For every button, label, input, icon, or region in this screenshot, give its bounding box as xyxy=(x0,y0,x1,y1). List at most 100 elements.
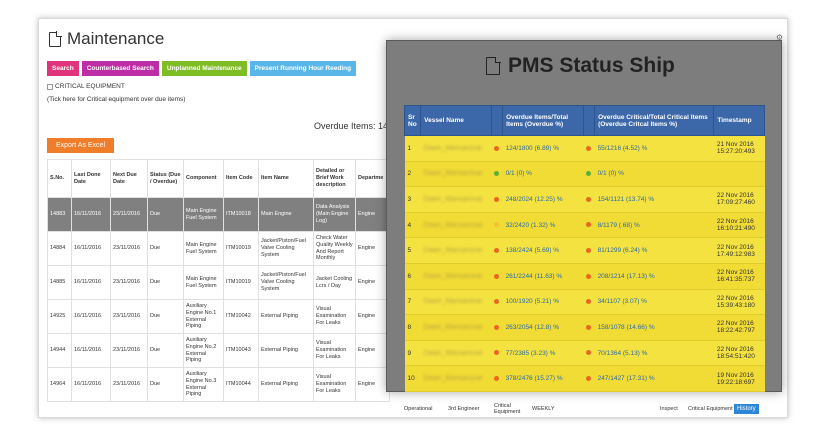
cell-overdue-critical[interactable]: 55/1216 (4.52) % xyxy=(594,135,714,162)
cell-overdue-items[interactable]: 32/2420 (1.32) % xyxy=(502,212,584,239)
cell-vessel-name[interactable]: Dawn_Mansarovar xyxy=(420,161,492,188)
overdue-items-link[interactable]: 138/2424 (5.69) % xyxy=(506,247,559,254)
cell-timestamp: 22 Nov 2016 18:22:42:797 xyxy=(713,314,765,341)
cell-overdue-items[interactable]: 0/1 (0) % xyxy=(502,161,584,188)
cell-overdue-items[interactable]: 77/2385 (3.23) % xyxy=(502,340,584,367)
cell-vessel-name[interactable]: Dawn_Mansarovar xyxy=(420,314,492,341)
cell-overdue-critical[interactable]: 0/1 (0) % xyxy=(594,161,714,188)
unplanned-maintenance-button[interactable]: Unplanned Maintenance xyxy=(161,61,247,76)
status-dot-icon xyxy=(494,299,500,305)
overdue-critical-link[interactable]: 70/1364 (5.13) % xyxy=(598,350,648,357)
cell-critical-indicator xyxy=(583,237,595,264)
cell-vessel-name[interactable]: Dawn_Mansarovar xyxy=(420,263,492,290)
cell-overdue-items[interactable]: 378/2476 (15.27) % xyxy=(502,365,584,392)
cell-overdue-items[interactable]: 138/2424 (5.69) % xyxy=(502,237,584,264)
overdue-items-link[interactable]: 261/2244 (11.63) % xyxy=(506,273,563,280)
cell-vessel-name[interactable]: Dawn_Mansarovar xyxy=(420,186,492,213)
cell-overdue-items[interactable]: 261/2244 (11.63) % xyxy=(502,263,584,290)
cell-sno: 14944 xyxy=(47,333,72,368)
cell-overdue-critical[interactable]: 8/1179 (.68) % xyxy=(594,212,714,239)
cell-overdue-critical[interactable]: 154/1121 (13.74) % xyxy=(594,186,714,213)
pms-row[interactable]: 5 Dawn_Mansarovar 138/2424 (5.69) % 81/1299… xyxy=(404,237,765,264)
pms-row[interactable]: 2 Dawn_Mansarovar 0/1 (0) % 0/1 (0) % xyxy=(404,161,765,188)
counterbased-search-button[interactable]: Counterbased Search xyxy=(81,61,159,76)
vessel-name-blurred: Dawn_Mansarovar xyxy=(423,323,483,331)
cell-work-description: Check Water Quality Weekly And Report Mo… xyxy=(313,231,356,266)
running-hour-reeding-button[interactable]: Present Running Hour Reeding xyxy=(249,61,357,76)
cell-critical-indicator xyxy=(583,186,595,213)
cell-overdue-items[interactable]: 248/2024 (12.25) % xyxy=(502,186,584,213)
overdue-items-link[interactable]: 77/2385 (3.23) % xyxy=(506,350,556,357)
overdue-items-link[interactable]: 378/2476 (15.27) % xyxy=(506,375,563,382)
table-row[interactable]: 14885 16/11/2016 23/11/2016 Due Main Eng… xyxy=(47,265,390,300)
cell-vessel-name[interactable]: Dawn_Mansarovar xyxy=(420,212,492,239)
cell-vessel-name[interactable]: Dawn_Mansarovar xyxy=(420,340,492,367)
overdue-critical-link[interactable]: 247/1427 (17.31) % xyxy=(598,375,655,382)
table-row[interactable]: 14964 16/11/2016 23/11/2016 Due Auxiliar… xyxy=(47,367,390,402)
overdue-critical-link[interactable]: 81/1299 (6.24) % xyxy=(598,247,648,254)
cell-overdue-critical[interactable]: 70/1364 (5.13) % xyxy=(594,340,714,367)
cell-timestamp: 22 Nov 2016 18:54:51:420 xyxy=(713,340,765,367)
cell-overdue-items[interactable]: 100/1920 (5.21) % xyxy=(502,289,584,316)
overdue-critical-link[interactable]: 34/1107 (3.07) % xyxy=(598,298,647,305)
cell-sr-no: 8 xyxy=(404,314,421,341)
status-dot-icon xyxy=(494,145,500,151)
vessel-name-blurred: Dawn_Mansarovar xyxy=(423,349,483,357)
table-row[interactable]: 14884 16/11/2016 23/11/2016 Due Main Eng… xyxy=(47,231,390,266)
cell-component: Main Engine Fuel System xyxy=(183,197,224,232)
cell-overdue-critical[interactable]: 247/1427 (17.31) % xyxy=(594,365,714,392)
cell-overdue-indicator xyxy=(491,212,503,239)
pms-row[interactable]: 1 Dawn_Mansarovar 124/1800 (6.89) % 55/1216… xyxy=(404,135,765,162)
cell-overdue-critical[interactable]: 208/1214 (17.13) % xyxy=(594,263,714,290)
cell-vessel-name[interactable]: Dawn_Mansarovar xyxy=(420,365,492,392)
pms-row[interactable]: 6 Dawn_Mansarovar 261/2244 (11.63) % 208/12… xyxy=(404,263,765,290)
overdue-critical-link[interactable]: 208/1214 (17.13) % xyxy=(598,273,655,280)
table-row[interactable]: 14925 16/11/2016 23/11/2016 Due Auxiliar… xyxy=(47,299,390,334)
overdue-items-link[interactable]: 263/2054 (12.8) % xyxy=(506,324,559,331)
overdue-critical-link[interactable]: 55/1216 (4.52) % xyxy=(598,145,648,152)
overdue-items-link[interactable]: 32/2420 (1.32) % xyxy=(506,222,556,229)
critical-equipment-checkbox-row[interactable]: CRITICAL EQUIPMENT xyxy=(47,83,125,90)
cell-vessel-name[interactable]: Dawn_Mansarovar xyxy=(420,135,492,162)
cell-sno: 14885 xyxy=(47,265,72,300)
overdue-items-link[interactable]: 100/1920 (5.21) % xyxy=(506,298,559,305)
overdue-critical-link[interactable]: 154/1121 (13.74) % xyxy=(598,196,655,203)
status-dot-icon xyxy=(586,324,592,330)
cell-sr-no: 3 xyxy=(404,186,421,213)
pms-row[interactable]: 10 Dawn_Mansarovar 378/2476 (15.27) % 247/1… xyxy=(404,365,765,392)
cell-overdue-critical[interactable]: 158/1078 (14.66) % xyxy=(594,314,714,341)
pms-row[interactable]: 7 Dawn_Mansarovar 100/1920 (5.21) % 34/1107… xyxy=(404,289,765,316)
status-dot-icon xyxy=(586,247,592,253)
cell-timestamp: 19 Nov 2016 19:22:18:697 xyxy=(713,365,765,392)
overdue-items-count: Overdue Items: 14 xyxy=(314,121,389,131)
overdue-critical-link[interactable]: 8/1179 (.68) % xyxy=(598,222,640,229)
cell-vessel-name[interactable]: Dawn_Mansarovar xyxy=(420,237,492,264)
export-excel-button[interactable]: Export As Excel xyxy=(47,138,114,153)
cell-action: Inspect xyxy=(660,406,678,412)
overdue-critical-link[interactable]: 0/1 (0) % xyxy=(598,170,624,177)
cell-overdue-items[interactable]: 263/2054 (12.8) % xyxy=(502,314,584,341)
cell-category: Critical Equipment xyxy=(494,403,521,415)
overdue-items-link[interactable]: 248/2024 (12.25) % xyxy=(506,196,563,203)
overdue-critical-link[interactable]: 158/1078 (14.66) % xyxy=(598,324,655,331)
search-button[interactable]: Search xyxy=(47,61,79,76)
cell-critical-indicator xyxy=(583,135,595,162)
table-row[interactable]: 14944 16/11/2016 23/11/2016 Due Auxiliar… xyxy=(47,333,390,368)
history-button[interactable]: History xyxy=(734,404,759,414)
last-row-extra-cells: Operational 3rd Engineer Critical Equipm… xyxy=(404,403,759,415)
cell-overdue-items[interactable]: 124/1800 (6.89) % xyxy=(502,135,584,162)
cell-status: Due xyxy=(147,333,184,368)
cell-vessel-name[interactable]: Dawn_Mansarovar xyxy=(420,289,492,316)
cell-timestamp xyxy=(713,161,765,188)
critical-equipment-checkbox[interactable] xyxy=(47,83,53,90)
pms-row[interactable]: 3 Dawn_Mansarovar 248/2024 (12.25) % 154/11… xyxy=(404,186,765,213)
pms-row[interactable]: 4 Dawn_Mansarovar 32/2420 (1.32) % 8/1179 (… xyxy=(404,212,765,239)
cell-overdue-critical[interactable]: 81/1299 (6.24) % xyxy=(594,237,714,264)
pms-row[interactable]: 8 Dawn_Mansarovar 263/2054 (12.8) % 158/107… xyxy=(404,314,765,341)
pms-row[interactable]: 9 Dawn_Mansarovar 77/2385 (3.23) % 70/1364 … xyxy=(404,340,765,367)
overdue-items-link[interactable]: 124/1800 (6.89) % xyxy=(506,145,559,152)
cell-overdue-critical[interactable]: 34/1107 (3.07) % xyxy=(594,289,714,316)
overdue-items-link[interactable]: 0/1 (0) % xyxy=(506,170,532,177)
col-status: Status (Due / Overdue) xyxy=(147,159,184,198)
table-row[interactable]: 14883 16/11/2016 23/11/2016 Due Main Eng… xyxy=(47,197,390,232)
